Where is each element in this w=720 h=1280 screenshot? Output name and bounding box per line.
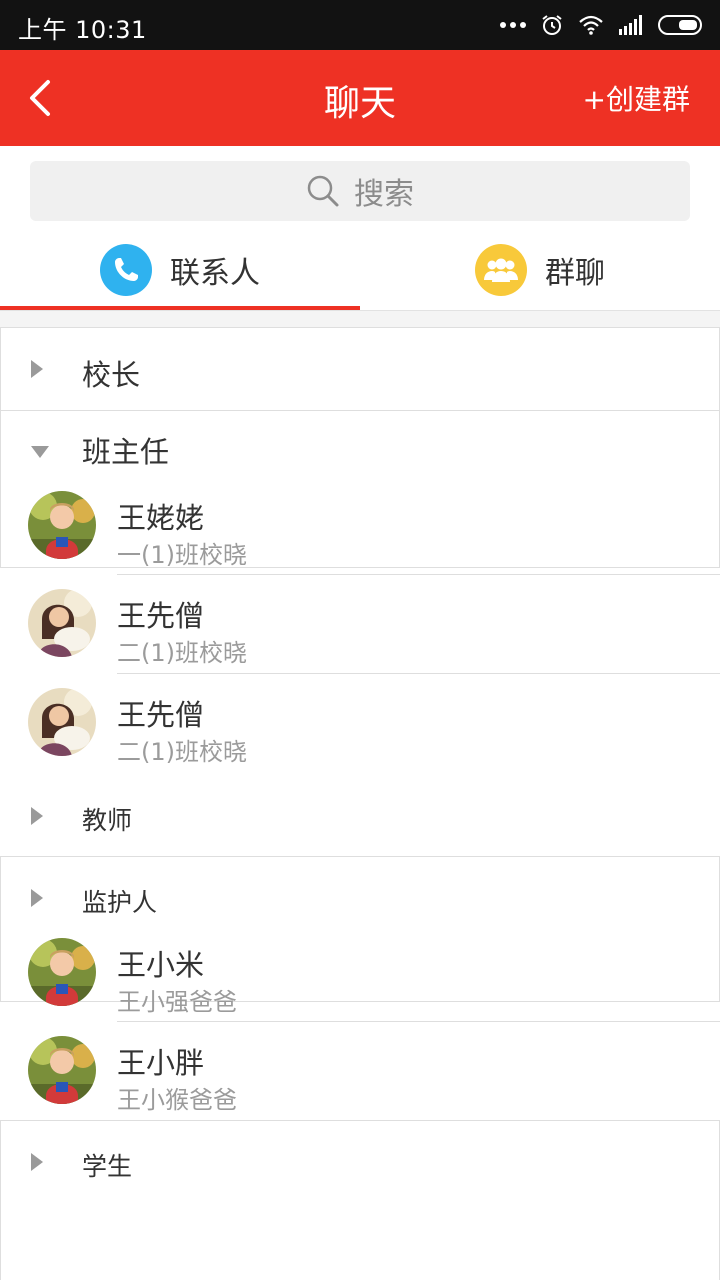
group-name: 学生 xyxy=(82,1152,133,1181)
contact-name: 王先僧 xyxy=(117,599,205,633)
search-placeholder: 搜索 xyxy=(354,177,414,212)
more-dots-icon xyxy=(500,22,526,28)
status-time: 上午 10:31 xyxy=(18,16,147,44)
wifi-icon xyxy=(579,15,603,35)
contact-item[interactable]: 王小米 王小强爸爸 xyxy=(0,924,720,1022)
group-header-student[interactable]: 学生 xyxy=(0,1121,720,1201)
contact-subtitle: 王小猴爸爸 xyxy=(117,1086,237,1114)
group-header-principal[interactable]: 校长 xyxy=(0,328,720,408)
signal-icon xyxy=(619,15,642,35)
contact-item[interactable]: 王先僧 二(1)班校晓 xyxy=(0,575,720,673)
tab-group-chat[interactable]: 群聊 xyxy=(360,228,720,312)
contact-name: 王姥姥 xyxy=(117,501,205,535)
group-name: 监护人 xyxy=(82,888,158,917)
contact-item[interactable]: 王姥姥 一(1)班校晓 xyxy=(0,477,720,575)
group-name: 校长 xyxy=(82,358,141,392)
status-icons xyxy=(500,10,702,40)
triangle-right-icon xyxy=(31,1153,43,1171)
contact-name: 王小米 xyxy=(117,948,205,982)
tab-group-chat-label: 群聊 xyxy=(545,256,605,291)
avatar xyxy=(28,688,96,756)
contact-subtitle: 一(1)班校晓 xyxy=(117,541,247,569)
avatar xyxy=(28,589,96,657)
triangle-right-icon xyxy=(31,807,43,825)
app-bar: 聊天 +创建群 xyxy=(0,50,720,146)
search-icon xyxy=(307,175,339,207)
group-name: 班主任 xyxy=(82,435,170,469)
tab-contacts-label: 联系人 xyxy=(170,256,260,291)
avatar xyxy=(28,1036,96,1104)
contact-subtitle: 王小强爸爸 xyxy=(117,988,237,1016)
triangle-right-icon xyxy=(31,360,43,378)
contact-item[interactable]: 王先僧 二(1)班校晓 xyxy=(0,674,720,772)
contact-subtitle: 二(1)班校晓 xyxy=(117,639,247,667)
contact-name: 王先僧 xyxy=(117,698,205,732)
group-header-teacher[interactable]: 教师 xyxy=(0,775,720,855)
group-icon xyxy=(475,244,527,296)
tab-bar: 联系人 群聊 xyxy=(0,228,720,312)
search-bar[interactable]: 搜索 xyxy=(30,161,690,221)
phone-icon xyxy=(100,244,152,296)
tab-contacts[interactable]: 联系人 xyxy=(0,228,360,312)
status-bar: 上午 10:31 xyxy=(0,0,720,50)
triangle-right-icon xyxy=(31,889,43,907)
battery-icon xyxy=(658,15,702,35)
avatar xyxy=(28,938,96,1006)
group-name: 教师 xyxy=(82,806,133,835)
section-gap xyxy=(0,311,720,327)
create-group-button[interactable]: +创建群 xyxy=(583,78,690,118)
contact-subtitle: 二(1)班校晓 xyxy=(117,738,247,766)
contact-name: 王小胖 xyxy=(117,1046,205,1080)
contact-item[interactable]: 王小胖 王小猴爸爸 xyxy=(0,1022,720,1120)
triangle-down-icon xyxy=(31,446,49,458)
avatar xyxy=(28,491,96,559)
alarm-icon xyxy=(542,15,562,35)
